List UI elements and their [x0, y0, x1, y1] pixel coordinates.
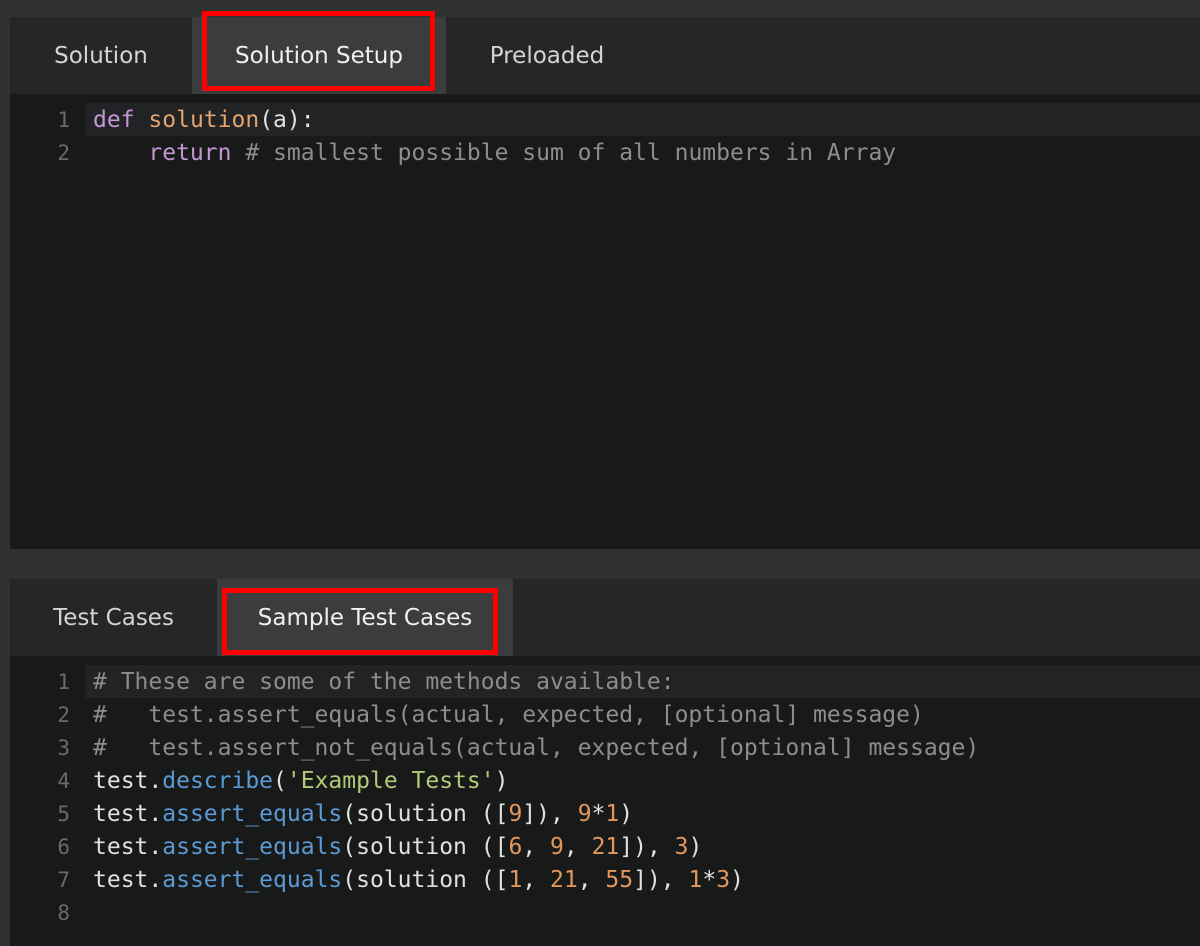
test-cases-panel: Test Cases Sample Test Cases 1 # These a… [10, 579, 1200, 946]
code-line[interactable]: 2 # test.assert_equals(actual, expected,… [10, 698, 1200, 731]
tab-solution-setup[interactable]: Solution Setup [192, 17, 446, 94]
code-line[interactable]: 1 # These are some of the methods availa… [10, 665, 1200, 698]
line-number: 3 [57, 735, 70, 760]
test-tab-bar: Test Cases Sample Test Cases [10, 579, 1200, 656]
code-line[interactable]: 4 test.describe('Example Tests') [10, 764, 1200, 797]
code-line[interactable]: 6 test.assert_equals(solution ([6, 9, 21… [10, 830, 1200, 863]
tab-sample-test-cases[interactable]: Sample Test Cases [217, 579, 513, 656]
line-number: 5 [57, 801, 70, 826]
line-number: 6 [57, 834, 70, 859]
code-text: # These are some of the methods availabl… [93, 668, 675, 695]
solution-tab-bar: Solution Solution Setup Preloaded [10, 17, 1200, 94]
code-text: test.assert_equals(solution ([1, 21, 55]… [93, 866, 744, 893]
code-line[interactable]: 7 test.assert_equals(solution ([1, 21, 5… [10, 863, 1200, 896]
code-line[interactable]: 8 [10, 896, 1200, 929]
line-number: 1 [57, 107, 70, 132]
line-number: 1 [57, 669, 70, 694]
tab-solution[interactable]: Solution [10, 17, 192, 94]
tab-test-cases[interactable]: Test Cases [10, 579, 217, 656]
code-text: return # smallest possible sum of all nu… [148, 139, 897, 166]
line-number: 4 [57, 768, 70, 793]
line-number: 8 [57, 900, 70, 925]
line-number: 2 [57, 140, 70, 165]
line-number: 2 [57, 702, 70, 727]
code-text: # test.assert_not_equals(actual, expecte… [93, 734, 980, 761]
code-text: def solution(a): [93, 106, 315, 133]
solution-panel: Solution Solution Setup Preloaded 1 def … [10, 17, 1200, 549]
code-line[interactable]: 5 test.assert_equals(solution ([9]), 9*1… [10, 797, 1200, 830]
code-text: test.assert_equals(solution ([9]), 9*1) [93, 800, 634, 827]
solution-code-editor[interactable]: 1 def solution(a): 2 return # smallest p… [10, 94, 1200, 549]
test-code-editor[interactable]: 1 # These are some of the methods availa… [10, 656, 1200, 946]
code-line[interactable]: 2 return # smallest possible sum of all … [10, 136, 1200, 169]
code-line[interactable]: 3 # test.assert_not_equals(actual, expec… [10, 731, 1200, 764]
code-text: test.assert_equals(solution ([6, 9, 21])… [93, 833, 703, 860]
code-line[interactable]: 1 def solution(a): [10, 103, 1200, 136]
code-text: test.describe('Example Tests') [93, 767, 509, 794]
line-number: 7 [57, 867, 70, 892]
code-text: # test.assert_equals(actual, expected, [… [93, 701, 924, 728]
tab-preloaded[interactable]: Preloaded [446, 17, 648, 94]
